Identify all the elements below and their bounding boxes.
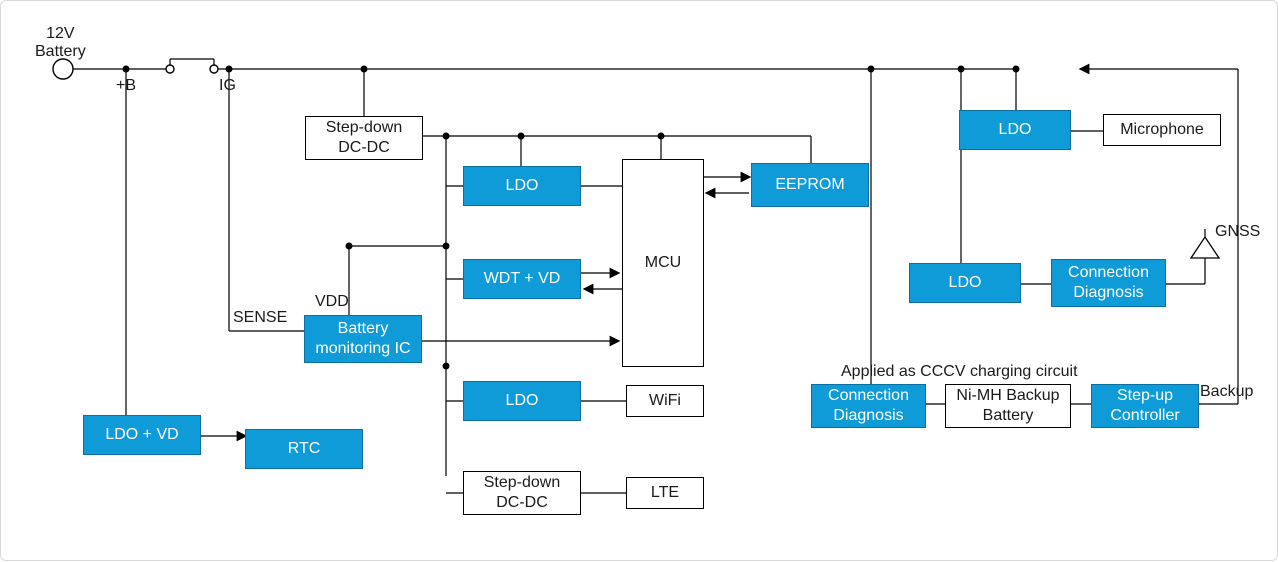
vdd-label: VDD	[315, 293, 349, 311]
battery-12v-label: 12V Battery	[35, 25, 86, 61]
cccv-label: Applied as CCCV charging circuit	[841, 363, 1078, 381]
lte: LTE	[626, 477, 704, 509]
step-down-dc-dc-2: Step-down DC-DC	[463, 471, 581, 515]
ldo-gnss: LDO	[909, 263, 1021, 303]
connection-diagnosis-battery: Connection Diagnosis	[811, 384, 926, 428]
rtc: RTC	[245, 429, 363, 469]
ig-label: IG	[219, 77, 236, 95]
sense-label: SENSE	[233, 309, 287, 327]
connection-diagnosis-gnss: Connection Diagnosis	[1051, 259, 1166, 307]
ldo-plus-vd: LDO + VD	[83, 415, 201, 455]
block-diagram: 12V Battery +B IG SENSE VDD Applied as C…	[0, 0, 1278, 561]
microphone: Microphone	[1103, 114, 1221, 146]
eeprom: EEPROM	[751, 163, 869, 207]
wifi: WiFi	[626, 385, 704, 417]
ldo-mcu: LDO	[463, 166, 581, 206]
mcu: MCU	[622, 159, 704, 367]
plus-b-label: +B	[116, 77, 136, 95]
ldo-microphone: LDO	[959, 110, 1071, 150]
nimh-backup-battery: Ni-MH Backup Battery	[945, 384, 1071, 428]
wdt-plus-vd: WDT + VD	[463, 259, 581, 299]
gnss-label: GNSS	[1215, 223, 1260, 241]
backup-label: Backup	[1200, 383, 1253, 401]
step-down-dc-dc-1: Step-down DC-DC	[305, 116, 423, 160]
ldo-wifi: LDO	[463, 381, 581, 421]
step-up-controller: Step-up Controller	[1091, 384, 1199, 428]
battery-monitoring-ic: Battery monitoring IC	[304, 315, 422, 363]
